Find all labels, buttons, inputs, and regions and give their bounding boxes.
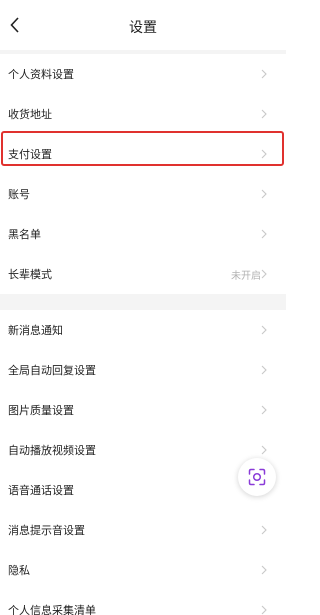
settings-item-label: 隐私 [8, 564, 30, 577]
floating-scan-button[interactable] [238, 458, 276, 496]
row-accessory [261, 174, 267, 214]
settings-item-label: 个人信息采集清单 [8, 604, 96, 615]
settings-item-label: 自动播放视频设置 [8, 444, 96, 457]
row-accessory [261, 54, 267, 94]
settings-item-label: 长辈模式 [8, 268, 52, 281]
settings-item-label: 语音通话设置 [8, 484, 74, 497]
chevron-right-icon [261, 525, 267, 535]
settings-item-account[interactable]: 账号 [0, 174, 286, 214]
chevron-right-icon [261, 405, 267, 415]
settings-item-label: 支付设置 [8, 148, 52, 161]
settings-item-notifications[interactable]: 新消息通知 [0, 310, 286, 350]
section-divider [0, 294, 286, 310]
scan-icon [248, 468, 266, 486]
settings-item-image-quality[interactable]: 图片质量设置 [0, 390, 286, 430]
row-accessory [261, 94, 267, 134]
row-accessory [261, 590, 267, 615]
settings-item-message-sound[interactable]: 消息提示音设置 [0, 510, 286, 550]
settings-item-address[interactable]: 收货地址 [0, 94, 286, 134]
settings-item-blacklist[interactable]: 黑名单 [0, 214, 286, 254]
row-accessory [261, 510, 267, 550]
chevron-right-icon [261, 565, 267, 575]
chevron-right-icon [261, 445, 267, 455]
chevron-right-icon [261, 269, 267, 279]
settings-item-label: 全局自动回复设置 [8, 364, 96, 377]
chevron-right-icon [261, 69, 267, 79]
chevron-right-icon [261, 325, 267, 335]
settings-item-profile[interactable]: 个人资料设置 [0, 54, 286, 94]
elder-mode-status: 未开启 [231, 270, 261, 282]
chevron-right-icon [261, 189, 267, 199]
settings-item-privacy[interactable]: 隐私 [0, 550, 286, 590]
page-title: 设置 [129, 20, 157, 36]
settings-item-label: 黑名单 [8, 228, 41, 241]
row-accessory: 未开启 [231, 254, 267, 294]
row-accessory [261, 134, 267, 174]
row-accessory [261, 350, 267, 390]
chevron-right-icon [261, 109, 267, 119]
settings-item-label: 收货地址 [8, 108, 52, 121]
top-bar: 设置 [0, 0, 286, 50]
settings-item-label: 消息提示音设置 [8, 524, 85, 537]
settings-item-label: 账号 [8, 188, 30, 201]
settings-item-payment[interactable]: 支付设置 [0, 134, 286, 174]
row-accessory [261, 550, 267, 590]
settings-item-label: 图片质量设置 [8, 404, 74, 417]
settings-item-elder-mode[interactable]: 长辈模式 未开启 [0, 254, 286, 294]
row-accessory [261, 390, 267, 430]
chevron-right-icon [261, 365, 267, 375]
chevron-right-icon [261, 605, 267, 615]
chevron-right-icon [261, 149, 267, 159]
row-accessory [261, 214, 267, 254]
chevron-right-icon [261, 229, 267, 239]
settings-item-label: 个人资料设置 [8, 68, 74, 81]
settings-item-label: 新消息通知 [8, 324, 63, 337]
row-accessory [261, 310, 267, 350]
settings-item-data-collection[interactable]: 个人信息采集清单 [0, 590, 286, 615]
settings-group-account: 个人资料设置 收货地址 支付设置 账号 黑名单 长辈模式 未开启 [0, 54, 286, 294]
settings-item-auto-reply[interactable]: 全局自动回复设置 [0, 350, 286, 390]
